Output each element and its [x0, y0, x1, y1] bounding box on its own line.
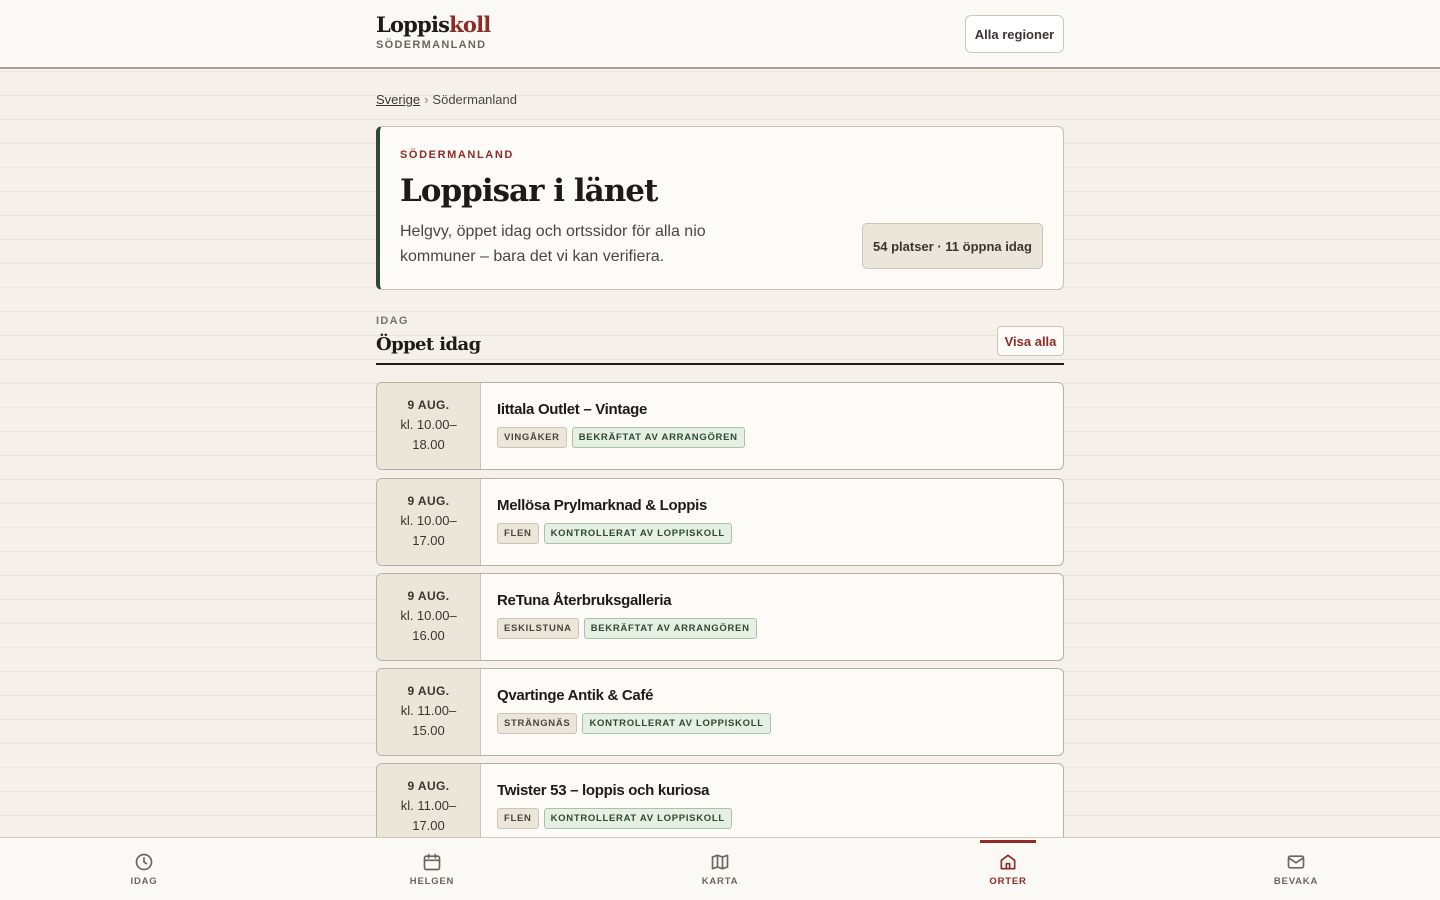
verification-badge: KONTROLLERAT AV LOPPISKOLL — [543, 808, 732, 829]
card-body: ReTuna Återbruksgalleria ESKILSTUNA BEKR… — [481, 574, 1063, 660]
breadcrumb-link-sweden[interactable]: Sverige — [376, 92, 420, 107]
verification-badge: BEKRÄFTAT AV ARRANGÖREN — [571, 427, 745, 448]
breadcrumb: Sverige › Södermanland — [376, 92, 517, 107]
card-date-block: 9 AUG. kl. 11.00–17.00 — [377, 764, 481, 837]
market-name[interactable]: Mellösa Prylmarknad & Loppis — [497, 497, 1047, 514]
region-hero-card: SÖDERMANLAND Loppisar i länet Helgvy, öp… — [376, 126, 1064, 290]
nav-tab-bevaka[interactable]: BEVAKA — [1236, 838, 1356, 900]
all-regions-button[interactable]: Alla regioner — [965, 15, 1064, 53]
card-tags: ESKILSTUNA BEKRÄFTAT AV ARRANGÖREN — [497, 618, 1047, 639]
town-tag: FLEN — [497, 808, 539, 829]
verification-badge: BEKRÄFTAT AV ARRANGÖREN — [583, 618, 757, 639]
card-date: 9 AUG. — [407, 778, 450, 793]
market-card[interactable]: 9 AUG. kl. 11.00–17.00 Twister 53 – lopp… — [376, 763, 1064, 837]
clock-icon — [135, 853, 153, 871]
market-card[interactable]: 9 AUG. kl. 10.00–18.00 Iittala Outlet – … — [376, 382, 1064, 470]
mail-icon — [1287, 855, 1305, 869]
see-all-button[interactable]: Visa alla — [997, 326, 1064, 356]
breadcrumb-current: Södermanland — [432, 92, 517, 107]
brand-name: Loppiskoll — [376, 12, 491, 38]
card-date: 9 AUG. — [407, 397, 450, 412]
card-tags: VINGÅKER BEKRÄFTAT AV ARRANGÖREN — [497, 427, 1047, 448]
market-card[interactable]: 9 AUG. kl. 10.00–17.00 Mellösa Prylmarkn… — [376, 478, 1064, 566]
nav-tab-idag[interactable]: IDAG — [84, 838, 204, 900]
brand-region: SÖDERMANLAND — [376, 39, 487, 51]
brand-name-accent: koll — [449, 12, 491, 37]
verification-badge: KONTROLLERAT AV LOPPISKOLL — [582, 713, 771, 734]
brand-name-main: Loppis — [376, 12, 450, 37]
section-title: Öppet idag — [376, 334, 481, 355]
market-name[interactable]: ReTuna Återbruksgalleria — [497, 592, 1047, 609]
bottom-navigation: IDAG HELGEN KARTA ORTER BEVAKA — [0, 837, 1440, 900]
verification-badge: KONTROLLERAT AV LOPPISKOLL — [543, 523, 732, 544]
market-card[interactable]: 9 AUG. kl. 10.00–16.00 ReTuna Återbruksg… — [376, 573, 1064, 661]
card-hours: kl. 10.00–16.00 — [400, 607, 457, 643]
active-tab-indicator — [980, 840, 1036, 843]
nav-label: BEVAKA — [1273, 876, 1319, 887]
top-bar: Loppiskoll SÖDERMANLAND Alla regioner — [0, 0, 1440, 69]
card-date-block: 9 AUG. kl. 10.00–17.00 — [377, 479, 481, 565]
nav-label: KARTA — [701, 876, 739, 887]
section-eyebrow: IDAG — [376, 315, 409, 327]
card-tags: STRÄNGNÄS KONTROLLERAT AV LOPPISKOLL — [497, 713, 1047, 734]
town-tag: ESKILSTUNA — [497, 618, 579, 639]
card-body: Mellösa Prylmarknad & Loppis FLEN KONTRO… — [481, 479, 1063, 565]
map-icon — [711, 854, 729, 870]
card-date: 9 AUG. — [407, 683, 450, 698]
card-body: Qvartinge Antik & Café STRÄNGNÄS KONTROL… — [481, 669, 1063, 755]
market-name[interactable]: Iittala Outlet – Vintage — [497, 401, 1047, 418]
card-hours: kl. 10.00–17.00 — [400, 512, 457, 548]
market-name[interactable]: Twister 53 – loppis och kuriosa — [497, 782, 1047, 799]
town-tag: VINGÅKER — [497, 427, 567, 448]
card-date-block: 9 AUG. kl. 10.00–18.00 — [377, 383, 481, 469]
page-title: Loppisar i länet — [400, 173, 658, 209]
region-stats-badge: 54 platser · 11 öppna idag — [862, 223, 1043, 269]
card-tags: FLEN KONTROLLERAT AV LOPPISKOLL — [497, 523, 1047, 544]
market-card[interactable]: 9 AUG. kl. 11.00–15.00 Qvartinge Antik &… — [376, 668, 1064, 756]
card-tags: FLEN KONTROLLERAT AV LOPPISKOLL — [497, 808, 1047, 829]
nav-label: ORTER — [989, 876, 1027, 887]
card-date: 9 AUG. — [407, 493, 450, 508]
calendar-icon — [423, 853, 441, 871]
card-date-block: 9 AUG. kl. 11.00–15.00 — [377, 669, 481, 755]
card-body: Twister 53 – loppis och kuriosa FLEN KON… — [481, 764, 1063, 837]
card-hours: kl. 11.00–17.00 — [400, 797, 457, 833]
section-divider — [376, 363, 1064, 365]
open-today-list: 9 AUG. kl. 10.00–18.00 Iittala Outlet – … — [376, 382, 1064, 837]
breadcrumb-separator: › — [424, 92, 429, 107]
nav-tab-orter[interactable]: ORTER — [948, 838, 1068, 900]
nav-tab-karta[interactable]: KARTA — [660, 838, 780, 900]
town-tag: FLEN — [497, 523, 539, 544]
town-tag: STRÄNGNÄS — [497, 713, 578, 734]
card-hours: kl. 11.00–15.00 — [400, 702, 457, 738]
hero-description: Helgvy, öppet idag och ortssidor för all… — [400, 223, 706, 265]
brand-logo[interactable]: Loppiskoll SÖDERMANLAND — [376, 12, 491, 51]
card-date-block: 9 AUG. kl. 10.00–16.00 — [377, 574, 481, 660]
hero-eyebrow: SÖDERMANLAND — [400, 149, 514, 161]
nav-label: HELGEN — [409, 876, 455, 887]
card-hours: kl. 10.00–18.00 — [400, 416, 457, 452]
nav-label: IDAG — [130, 876, 158, 887]
card-body: Iittala Outlet – Vintage VINGÅKER BEKRÄF… — [481, 383, 1063, 469]
home-icon — [1000, 854, 1016, 870]
nav-tab-helgen[interactable]: HELGEN — [372, 838, 492, 900]
market-name[interactable]: Qvartinge Antik & Café — [497, 687, 1047, 704]
card-date: 9 AUG. — [407, 588, 450, 603]
